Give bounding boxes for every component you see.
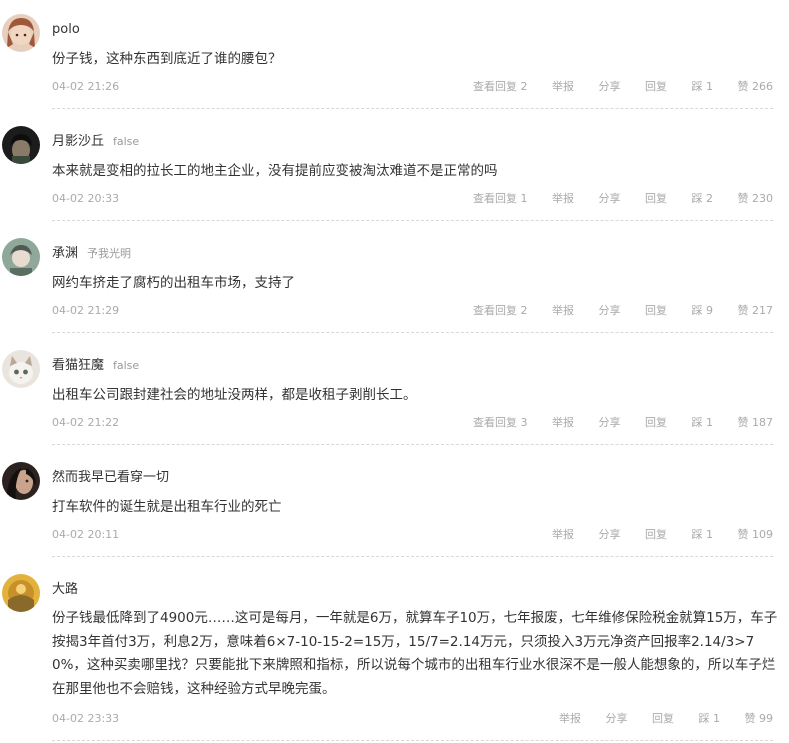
username[interactable]: 大路 [52,582,78,597]
comment-meta: 04-02 20:11 举报 分享 回复 踩 1 赞 109 [52,526,773,544]
share-link[interactable]: 分享 [599,80,621,93]
action-bar: 查看回复 3 举报 分享 回复 踩 1 赞 187 [452,414,773,432]
action-bar: 查看回复 2 举报 分享 回复 踩 1 赞 266 [452,78,773,96]
divider [52,332,773,333]
username[interactable]: polo [52,22,80,37]
comment-header: 承渊 予我光明 [52,242,131,262]
share-link[interactable]: 分享 [606,712,628,725]
like-button[interactable]: 赞 187 [738,416,774,429]
comment-meta: 04-02 21:29 查看回复 2 举报 分享 回复 踩 9 赞 217 [52,302,773,320]
like-button[interactable]: 赞 266 [738,80,774,93]
comment-header: 看猫狂魔 false [52,354,139,374]
view-replies-link[interactable]: 查看回复 3 [473,416,528,429]
view-replies-link[interactable]: 查看回复 2 [473,80,528,93]
like-button[interactable]: 赞 99 [745,712,774,725]
reply-link[interactable]: 回复 [645,304,667,317]
comment-meta: 04-02 20:33 查看回复 1 举报 分享 回复 踩 2 赞 230 [52,190,773,208]
view-replies-link[interactable]: 查看回复 1 [473,192,528,205]
comment-meta: 04-02 21:22 查看回复 3 举报 分享 回复 踩 1 赞 187 [52,414,773,432]
timestamp: 04-02 20:11 [52,528,120,541]
action-bar: 举报 分享 回复 踩 1 赞 99 [538,710,773,728]
dislike-button[interactable]: 踩 9 [692,304,714,317]
share-link[interactable]: 分享 [599,192,621,205]
user-tag: false [113,359,140,372]
username[interactable]: 承渊 [52,246,78,261]
username[interactable]: 然而我早已看穿一切 [52,470,169,485]
avatar[interactable] [2,14,40,52]
action-bar: 查看回复 2 举报 分享 回复 踩 9 赞 217 [452,302,773,320]
action-bar: 查看回复 1 举报 分享 回复 踩 2 赞 230 [452,190,773,208]
comment-header: 大路 [52,578,78,598]
avatar[interactable] [2,238,40,276]
report-link[interactable]: 举报 [552,416,574,429]
action-bar: 举报 分享 回复 踩 1 赞 109 [531,526,773,544]
dislike-button[interactable]: 踩 1 [699,712,721,725]
reply-link[interactable]: 回复 [652,712,674,725]
timestamp: 04-02 21:26 [52,80,120,93]
timestamp: 04-02 23:33 [52,712,120,725]
comment-text: 本来就是变相的拉长工的地主企业，没有提前应变被淘汰难道不是正常的吗 [52,163,498,179]
timestamp: 04-02 21:22 [52,416,120,429]
avatar[interactable] [2,350,40,388]
report-link[interactable]: 举报 [552,304,574,317]
divider [52,220,773,221]
like-button[interactable]: 赞 230 [738,192,774,205]
reply-link[interactable]: 回复 [645,80,667,93]
report-link[interactable]: 举报 [552,528,574,541]
like-button[interactable]: 赞 217 [738,304,774,317]
timestamp: 04-02 21:29 [52,304,120,317]
comment-meta: 04-02 21:26 查看回复 2 举报 分享 回复 踩 1 赞 266 [52,78,773,96]
share-link[interactable]: 分享 [599,528,621,541]
avatar[interactable] [2,126,40,164]
reply-link[interactable]: 回复 [645,192,667,205]
divider [52,556,773,557]
dislike-button[interactable]: 踩 1 [692,416,714,429]
username[interactable]: 月影沙丘 [52,134,104,149]
user-tag: 予我光明 [87,247,132,260]
divider [52,740,773,741]
divider [52,108,773,109]
timestamp: 04-02 20:33 [52,192,120,205]
like-button[interactable]: 赞 109 [738,528,774,541]
share-link[interactable]: 分享 [599,304,621,317]
report-link[interactable]: 举报 [559,712,581,725]
comment-text: 出租车公司跟封建社会的地址没两样，都是收租子剥削长工。 [52,387,417,403]
dislike-button[interactable]: 踩 1 [692,80,714,93]
avatar[interactable] [2,574,40,612]
username[interactable]: 看猫狂魔 [52,358,104,373]
comment-text: 打车软件的诞生就是出租车行业的死亡 [52,499,282,515]
comment-header: 月影沙丘 false [52,130,139,150]
comment-meta: 04-02 23:33 举报 分享 回复 踩 1 赞 99 [52,710,773,728]
comment-header: polo [52,18,80,38]
reply-link[interactable]: 回复 [645,416,667,429]
view-replies-link[interactable]: 查看回复 2 [473,304,528,317]
comment-text: 份子钱，这种东西到底近了谁的腰包？ [52,51,282,67]
report-link[interactable]: 举报 [552,80,574,93]
user-tag: false [113,135,140,148]
divider [52,444,773,445]
share-link[interactable]: 分享 [599,416,621,429]
reply-link[interactable]: 回复 [645,528,667,541]
dislike-button[interactable]: 踩 1 [692,528,714,541]
dislike-button[interactable]: 踩 2 [692,192,714,205]
comment-text: 份子钱最低降到了4900元……这可是每月，一年就是6万，就算车子10万，七年报废… [52,610,778,697]
comment-text: 网约车挤走了腐朽的出租车市场，支持了 [52,275,295,291]
report-link[interactable]: 举报 [552,192,574,205]
avatar[interactable] [2,462,40,500]
comment-header: 然而我早已看穿一切 [52,466,169,486]
